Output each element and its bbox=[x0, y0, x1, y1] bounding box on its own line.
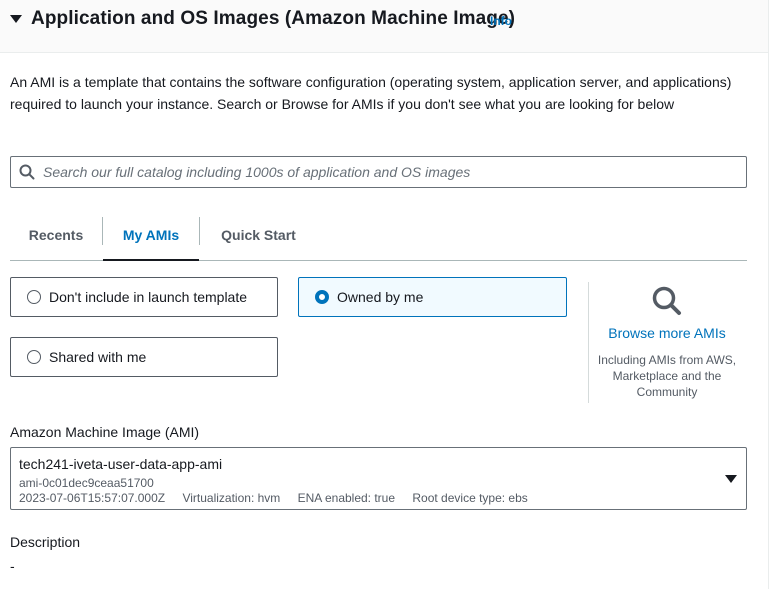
caret-down-icon[interactable] bbox=[725, 475, 737, 483]
description-label: Description bbox=[10, 534, 81, 550]
vertical-divider bbox=[588, 282, 589, 403]
ami-root-device: Root device type: ebs bbox=[412, 491, 528, 505]
tab-recents[interactable]: Recents bbox=[10, 210, 102, 260]
search-input[interactable] bbox=[43, 157, 733, 187]
browse-note: Including AMIs from AWS, Marketplace and… bbox=[597, 353, 737, 399]
caret-down-icon[interactable] bbox=[10, 15, 22, 23]
ami-field-label: Amazon Machine Image (AMI) bbox=[10, 424, 200, 440]
tab-quick-start[interactable]: Quick Start bbox=[200, 210, 317, 260]
magnifier-icon[interactable] bbox=[651, 285, 683, 317]
ami-metadata: 2023-07-06T15:57:07.000Z Virtualization:… bbox=[19, 491, 542, 505]
ami-ena: ENA enabled: true bbox=[297, 491, 396, 505]
browse-more-amis-link[interactable]: Browse more AMIs bbox=[592, 325, 742, 341]
radio-button[interactable] bbox=[27, 350, 41, 364]
ami-virtualization: Virtualization: hvm bbox=[182, 491, 281, 505]
description-value: - bbox=[10, 558, 15, 574]
ami-tabs: Recents My AMIs Quick Start bbox=[10, 210, 747, 261]
option-label: Shared with me bbox=[49, 349, 147, 365]
radio-button[interactable] bbox=[27, 290, 41, 304]
option-dont-include[interactable]: Don't include in launch template bbox=[10, 277, 278, 317]
info-link[interactable]: Info bbox=[490, 14, 512, 28]
ami-search-box[interactable] bbox=[10, 156, 747, 188]
radio-button-selected[interactable] bbox=[315, 290, 329, 304]
option-owned-by-me[interactable]: Owned by me bbox=[298, 277, 567, 317]
ami-id: ami-0c01dec9ceaa51700 bbox=[19, 476, 154, 490]
option-label: Owned by me bbox=[337, 289, 424, 305]
tab-my-amis[interactable]: My AMIs bbox=[103, 210, 199, 261]
option-shared-with-me[interactable]: Shared with me bbox=[10, 337, 278, 377]
ami-created-date: 2023-07-06T15:57:07.000Z bbox=[19, 491, 166, 505]
section-title: Application and OS Images (Amazon Machin… bbox=[31, 8, 516, 29]
panel-right-border bbox=[768, 0, 769, 589]
search-icon bbox=[19, 164, 35, 180]
option-label: Don't include in launch template bbox=[49, 289, 248, 305]
ami-select[interactable]: tech241-iveta-user-data-app-ami ami-0c01… bbox=[10, 447, 747, 510]
section-description: An AMI is a template that contains the s… bbox=[10, 74, 732, 112]
ami-name: tech241-iveta-user-data-app-ami bbox=[19, 456, 223, 472]
section-header[interactable]: Application and OS Images (Amazon Machin… bbox=[0, 0, 768, 53]
